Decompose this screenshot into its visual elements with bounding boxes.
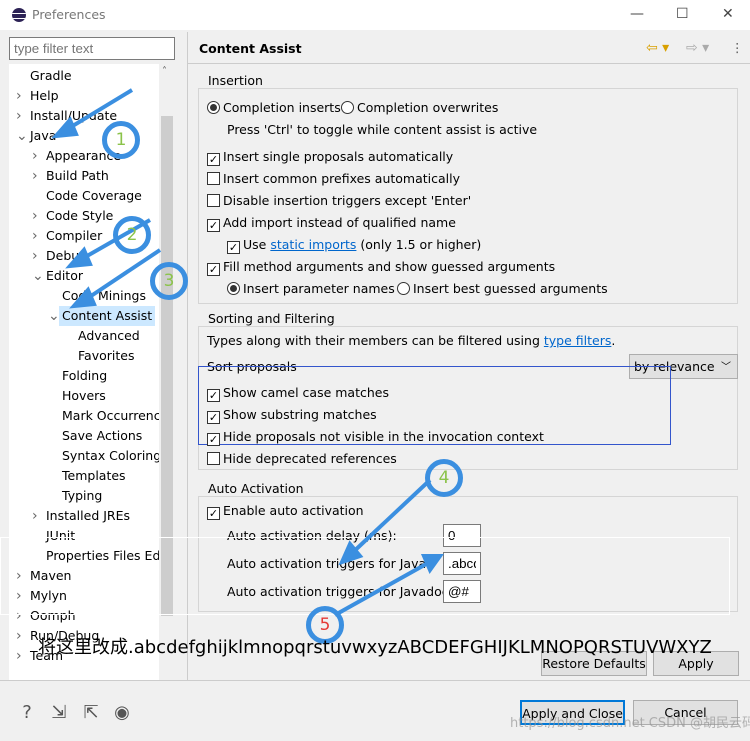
annotation-1: 1 [102, 121, 140, 159]
arrow-3 [83, 248, 162, 302]
annotation-3: 3 [150, 262, 188, 300]
annotation-note: 将这里改成.abcdefghijklmnopqrstuvwxyzABCDEFGH… [38, 637, 712, 658]
annotation-4: 4 [425, 459, 463, 497]
arrow-4 [348, 478, 432, 557]
arrow-5 [334, 561, 429, 617]
annotation-arrows [51, 88, 444, 617]
annotation-2: 2 [113, 216, 151, 254]
watermark: https://blog.csdn.net CSDN @胡民云码 [510, 716, 750, 731]
